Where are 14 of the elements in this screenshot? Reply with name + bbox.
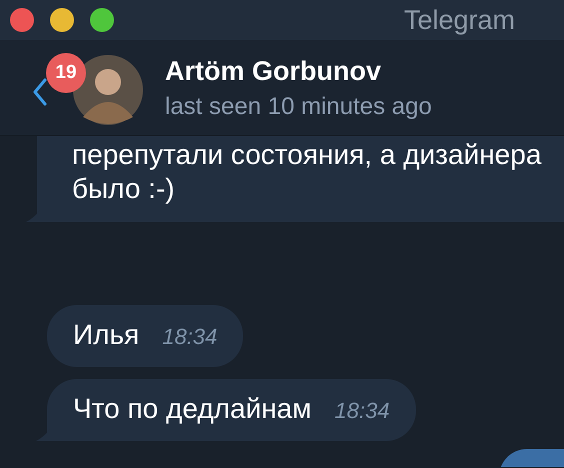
close-button[interactable] <box>10 8 34 32</box>
last-seen-status: last seen 10 minutes ago <box>165 93 432 121</box>
zoom-button[interactable] <box>90 8 114 32</box>
minimize-button[interactable] <box>50 8 74 32</box>
message-text: Что по дедлайнам <box>73 393 312 425</box>
message-time: 18:34 <box>162 323 218 351</box>
message-text: перепутали состояния, а дизайнера <box>72 138 542 172</box>
message-text: Илья <box>73 319 140 351</box>
back-icon[interactable] <box>33 78 47 106</box>
unread-badge: 19 <box>46 53 86 93</box>
window-title: Telegram <box>404 4 515 36</box>
message-text: было :-) <box>72 172 176 206</box>
message-time: 18:34 <box>334 397 390 425</box>
contact-name: Artöm Gorbunov <box>165 56 382 87</box>
